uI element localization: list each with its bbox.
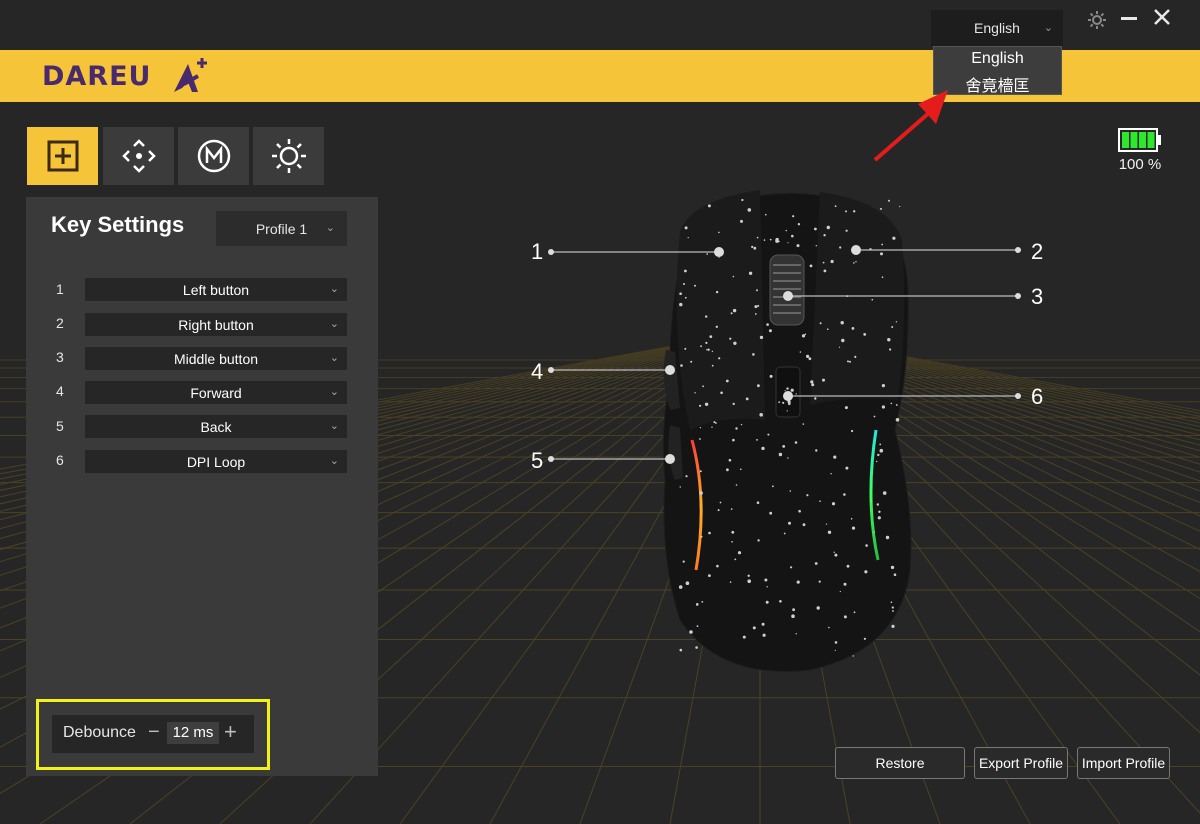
language-select[interactable]: English ⌄ xyxy=(931,10,1063,46)
battery-icon xyxy=(1118,128,1161,152)
debounce-increase-button[interactable]: + xyxy=(224,719,237,745)
key-select-value: Left button xyxy=(182,281,250,298)
key-2-select[interactable]: Right button ⌄ xyxy=(85,313,347,336)
chevron-down-icon: ⌄ xyxy=(329,386,339,398)
callout-number: 5 xyxy=(531,448,544,473)
minimize-button[interactable] xyxy=(1121,17,1137,20)
key-number: 2 xyxy=(56,315,64,331)
callout-number: 4 xyxy=(531,359,544,384)
debounce-decrease-button[interactable]: − xyxy=(148,721,160,744)
chevron-down-icon: ⌄ xyxy=(1043,22,1053,34)
key-select-value: DPI Loop xyxy=(186,453,246,470)
key-number: 4 xyxy=(56,383,64,399)
tab-dpi[interactable] xyxy=(103,127,174,185)
callout-number: 3 xyxy=(1031,284,1044,309)
tab-macro[interactable] xyxy=(178,127,249,185)
close-icon[interactable] xyxy=(1152,7,1172,27)
mouse-illustration xyxy=(548,190,1021,672)
chevron-down-icon: ⌄ xyxy=(329,352,339,364)
tab-lighting[interactable] xyxy=(253,127,324,185)
gear-icon[interactable] xyxy=(1087,10,1107,30)
annotation-arrow xyxy=(873,90,948,162)
chevron-down-icon: ⌄ xyxy=(329,318,339,330)
dpi-icon xyxy=(121,139,156,173)
debounce-label: Debounce xyxy=(63,724,136,741)
profile-select-value: Profile 1 xyxy=(255,220,308,237)
key-select-value: Right button xyxy=(178,316,254,333)
key-number: 6 xyxy=(56,452,64,468)
callout-number: 2 xyxy=(1031,239,1044,264)
chevron-down-icon: ⌄ xyxy=(329,455,339,467)
brand-logo-mark-icon xyxy=(174,58,207,92)
panel-title: Key Settings xyxy=(51,212,185,237)
key-5-select[interactable]: Back ⌄ xyxy=(85,415,347,438)
key-4-select[interactable]: Forward ⌄ xyxy=(85,381,347,404)
macro-icon xyxy=(197,139,230,173)
key-number: 3 xyxy=(56,349,64,365)
language-select-value: English xyxy=(974,20,1020,36)
profile-select[interactable]: Profile 1 ⌄ xyxy=(216,211,347,246)
chevron-down-icon: ⌄ xyxy=(329,283,339,295)
key-number: 1 xyxy=(56,281,64,297)
language-option-english[interactable]: English xyxy=(934,50,1061,68)
key-1-select[interactable]: Left button ⌄ xyxy=(85,278,347,301)
key-6-select[interactable]: DPI Loop ⌄ xyxy=(85,450,347,473)
key-select-value: Middle button xyxy=(173,350,259,367)
export-profile-button[interactable]: Export Profile xyxy=(974,747,1068,779)
key-number: 5 xyxy=(56,418,64,434)
tab-key-settings[interactable] xyxy=(27,127,98,185)
lighting-icon xyxy=(271,139,306,173)
debounce-value[interactable]: 12 ms xyxy=(167,722,219,744)
battery-percentage: 100 % xyxy=(1118,156,1162,173)
key-3-select[interactable]: Middle button ⌄ xyxy=(85,347,347,370)
brand-logo-text: DAREU xyxy=(42,61,152,92)
chevron-down-icon: ⌄ xyxy=(325,222,335,234)
key-select-value: Back xyxy=(200,418,232,435)
key-select-value: Forward xyxy=(190,384,242,401)
callout-number: 1 xyxy=(531,239,544,264)
restore-button[interactable]: Restore xyxy=(835,747,965,779)
callout-number: 6 xyxy=(1031,384,1044,409)
import-profile-button[interactable]: Import Profile xyxy=(1077,747,1170,779)
key-settings-icon xyxy=(47,140,78,172)
chevron-down-icon: ⌄ xyxy=(329,420,339,432)
